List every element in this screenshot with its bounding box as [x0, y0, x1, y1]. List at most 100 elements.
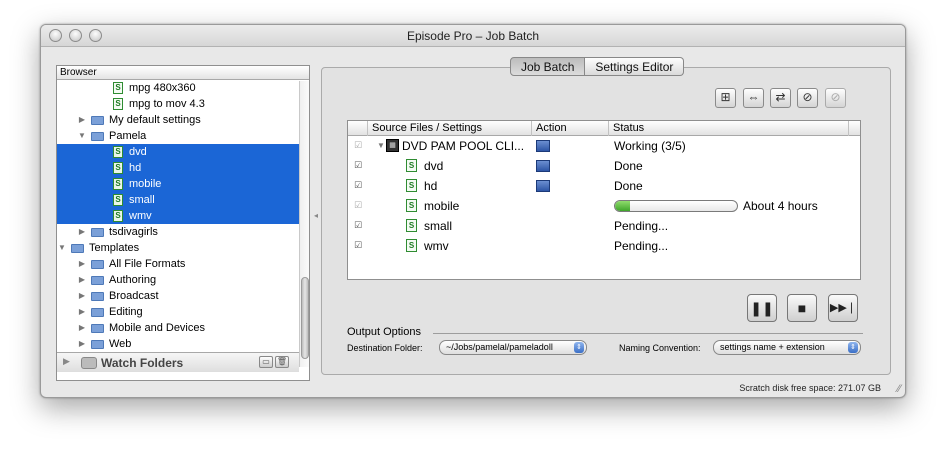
disclosure-closed-icon[interactable]: ▶	[77, 288, 87, 304]
disclosure-open-icon[interactable]: ▼	[77, 128, 87, 144]
popup-arrows-icon: ⇕	[574, 342, 584, 353]
browser-item[interactable]: ▼ Templates	[57, 240, 309, 256]
browser-item[interactable]: Smpg 480x360	[57, 80, 309, 96]
enable-checkbox[interactable]: ☑	[354, 161, 364, 171]
browser-item-label: Pamela	[109, 130, 147, 142]
browser-item[interactable]: ▶ Broadcast	[57, 288, 309, 304]
browser-item[interactable]: ▶ Editing	[57, 304, 309, 320]
swap-icon[interactable]: ⇄	[770, 88, 791, 108]
action-icon[interactable]	[536, 180, 550, 192]
browser-scrollbar[interactable]	[299, 81, 309, 367]
table-row[interactable]: ☑ ▼ ▦ DVD PAM POOL CLI... Working (3/5)	[348, 136, 860, 156]
browser-item[interactable]: Sdvd	[57, 144, 309, 160]
browser-item[interactable]: Smpg to mov 4.3	[57, 96, 309, 112]
browser-item-label: Broadcast	[109, 290, 159, 302]
browser-item-label: mpg to mov 4.3	[129, 98, 205, 110]
status-text: Done	[614, 179, 643, 193]
checkbox-column-header	[348, 121, 368, 136]
pause-button[interactable]: ❚❚	[747, 294, 777, 322]
disclosure-closed-icon[interactable]: ▶	[77, 256, 87, 272]
output-options-title: Output Options	[347, 326, 421, 338]
folder-icon	[91, 116, 104, 125]
naming-convention-value: settings name + extension	[720, 342, 825, 352]
stop-button[interactable]: ■	[787, 294, 817, 322]
browser-scroll-thumb[interactable]	[301, 277, 309, 359]
browser-item[interactable]: Ssmall	[57, 192, 309, 208]
disclosure-open-icon[interactable]: ▼	[57, 240, 67, 256]
enable-checkbox[interactable]: ☑	[354, 201, 364, 211]
enable-checkbox[interactable]: ☑	[354, 181, 364, 191]
action-icon[interactable]	[536, 140, 550, 152]
browser-item[interactable]: Shd	[57, 160, 309, 176]
browser-item-label: All File Formats	[109, 258, 186, 270]
job-table: Source Files / Settings Action Status ☑ ▼…	[347, 120, 861, 280]
destination-folder-value: ~/Jobs/pamelal/pameladoll	[446, 342, 553, 352]
browser-item[interactable]: Smobile	[57, 176, 309, 192]
window-title: Episode Pro – Job Batch	[406, 29, 540, 43]
skip-forward-button[interactable]: ▶▶❘	[828, 294, 858, 322]
tab-job-batch[interactable]: Job Batch	[510, 57, 586, 76]
disclosure-closed-icon[interactable]: ▶	[77, 320, 87, 336]
source-column-header[interactable]: Source Files / Settings	[368, 121, 532, 136]
browser-item[interactable]: ▶ Web	[57, 336, 309, 352]
disabled-doc-icon[interactable]: ⊘	[825, 88, 846, 108]
disclosure-closed-icon[interactable]: ▶	[77, 112, 87, 128]
disclosure-triangle-icon[interactable]: ▶	[63, 356, 70, 367]
disclosure-closed-icon[interactable]: ▶	[77, 304, 87, 320]
disclosure-closed-icon[interactable]: ▶	[77, 336, 87, 352]
output-options-divider	[433, 333, 863, 334]
browser-item[interactable]: ▶ All File Formats	[57, 256, 309, 272]
action-column-header[interactable]: Action	[532, 121, 609, 136]
browser-item[interactable]: ▶ Mobile and Devices	[57, 320, 309, 336]
browser-item-label: dvd	[129, 146, 147, 158]
new-folder-icon[interactable]: ▭	[259, 356, 273, 368]
enable-checkbox[interactable]: ☑	[354, 221, 364, 231]
action-icon[interactable]	[536, 160, 550, 172]
browser-item[interactable]: ▶ Authoring	[57, 272, 309, 288]
table-row[interactable]: ☑ Shd Done	[348, 176, 860, 196]
resize-grip-icon[interactable]: ⁄⁄	[897, 383, 901, 395]
browser-item[interactable]: ▶ tsdivagirls	[57, 224, 309, 240]
browser-item[interactable]: ▼ Pamela	[57, 128, 309, 144]
browser-tree: Smpg 480x360 Smpg to mov 4.3 ▶ My default s…	[57, 80, 309, 352]
table-row[interactable]: ☑ Swmv Pending...	[348, 236, 860, 256]
destination-folder-popup[interactable]: ~/Jobs/pamelal/pameladoll ⇕	[439, 340, 587, 355]
folder-icon	[91, 324, 104, 333]
add-job-icon[interactable]: ⊞	[715, 88, 736, 108]
watch-folders-bar[interactable]: ▶ Watch Folders ▭ 🗑	[57, 352, 299, 372]
status-column-header[interactable]: Status	[609, 121, 849, 136]
table-row[interactable]: ☑ Sdvd Done	[348, 156, 860, 176]
watch-folder-icon	[81, 357, 97, 369]
browser-item-label: mpg 480x360	[129, 82, 196, 94]
disclosure-closed-icon[interactable]: ▶	[77, 224, 87, 240]
settings-file-icon: S	[113, 210, 123, 222]
disclosure-open-icon[interactable]: ▼	[376, 136, 386, 156]
table-row[interactable]: ☑ Ssmall Pending...	[348, 216, 860, 236]
disclosure-closed-icon[interactable]: ▶	[77, 272, 87, 288]
trash-icon[interactable]: 🗑	[275, 356, 289, 368]
settings-file-icon: S	[406, 159, 417, 172]
settings-file-icon: S	[113, 146, 123, 158]
browser-item-label: Editing	[109, 306, 143, 318]
browser-item-label: Mobile and Devices	[109, 322, 205, 334]
link-icon[interactable]: ⇔	[743, 88, 764, 108]
source-name: mobile	[424, 199, 460, 213]
enable-checkbox[interactable]: ☑	[354, 141, 364, 151]
naming-convention-popup[interactable]: settings name + extension ⇕	[713, 340, 861, 355]
cancel-icon[interactable]: ⊘	[797, 88, 818, 108]
browser-item[interactable]: Swmv	[57, 208, 309, 224]
tab-bar: Job Batch Settings Editor	[510, 57, 685, 76]
progress-bar	[614, 200, 738, 212]
tab-settings-editor[interactable]: Settings Editor	[585, 57, 685, 76]
settings-file-icon: S	[406, 219, 417, 232]
splitter-handle-icon[interactable]: ◂	[314, 211, 318, 220]
folder-icon	[71, 244, 84, 253]
folder-icon	[91, 132, 104, 141]
settings-file-icon: S	[113, 162, 123, 174]
watch-folders-label: Watch Folders	[101, 356, 184, 370]
table-row[interactable]: ☑ Smobile About 4 hours	[348, 196, 860, 216]
enable-checkbox[interactable]: ☑	[354, 241, 364, 251]
scratch-disk-space: Scratch disk free space: 271.07 GB	[739, 383, 881, 393]
browser-item[interactable]: ▶ My default settings	[57, 112, 309, 128]
folder-icon	[91, 340, 104, 349]
